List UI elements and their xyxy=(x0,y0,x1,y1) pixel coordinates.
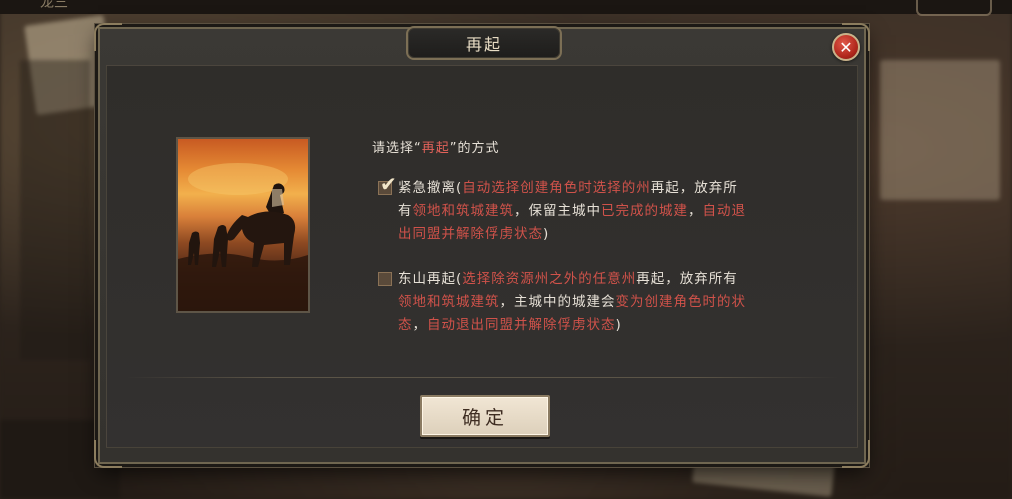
top-bar: 龙三 xyxy=(0,0,1012,16)
close-x-icon: ✕ xyxy=(839,37,853,57)
option-2-text: 东山再起(选择除资源州之外的任意州再起，放弃所有领地和筑城建筑，主城中的城建会变… xyxy=(398,271,746,333)
close-button[interactable]: ✕ xyxy=(832,33,860,61)
divider xyxy=(126,377,838,378)
option-1-checkbox[interactable]: ✔ xyxy=(378,174,397,195)
prompt-text: 请选择“再起”的方式 xyxy=(372,141,500,156)
option-1-text: 紧急撤离(自动选择创建角色时选择的州再起，放弃所有领地和筑城建筑，保留主城中已完… xyxy=(398,180,746,242)
topbar-title: 龙三 xyxy=(40,0,68,11)
checkmark-icon: ✔ xyxy=(380,172,398,196)
dialog-title: 再起 xyxy=(406,26,562,60)
horse-riders-illustration xyxy=(176,137,310,313)
topbar-button[interactable] xyxy=(916,0,992,16)
option-2-checkbox[interactable] xyxy=(378,272,392,286)
prompt-highlight: 再起 xyxy=(421,141,450,156)
reroll-dialog: 再起 ✕ 请选择“再起”的方式 ✔ 紧急撤离(自动选择创建角色时选择的州再起，放… xyxy=(94,23,870,468)
confirm-button[interactable]: 确定 xyxy=(420,395,550,437)
